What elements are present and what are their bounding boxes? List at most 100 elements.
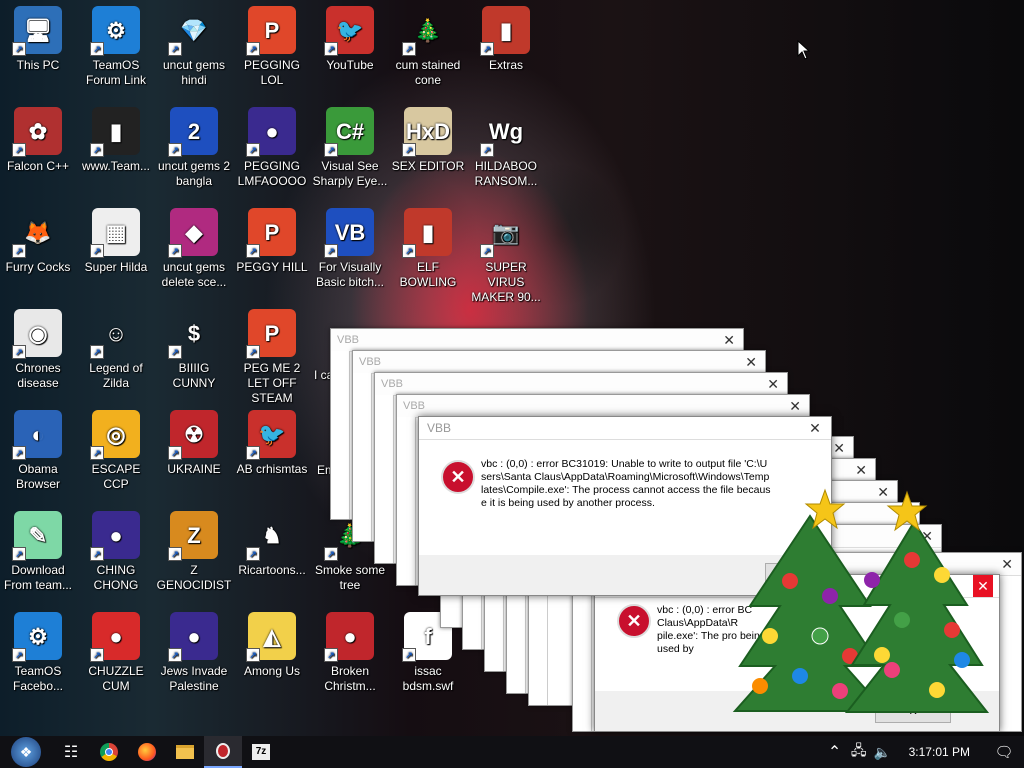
- desktop-icon-image: ✎ ↗: [12, 511, 62, 561]
- dialog-titlebar[interactable]: VBB ✕: [353, 351, 765, 374]
- desktop-icon-image: ◭ ↗: [246, 612, 296, 662]
- desktop-icon[interactable]: Wg ↗ HILDABOO RANSOM...: [468, 107, 544, 189]
- chevron-up-icon[interactable]: ⌃: [823, 736, 847, 768]
- shortcut-arrow-icon: ↗: [12, 244, 26, 258]
- desktop-icon[interactable]: ☺ ↗ Legend of Zilda: [78, 309, 154, 391]
- desktop-icon-image: VB ↗: [324, 208, 374, 258]
- dialog-edge: [331, 351, 350, 519]
- desktop-icon[interactable]: 📷 ↗ SUPER VIRUS MAKER 90...: [468, 208, 544, 305]
- dialog-title: VBB: [403, 400, 426, 412]
- desktop-icon[interactable]: ● ↗ Jews Invade Palestine: [156, 612, 232, 694]
- desktop-icon-image: 🖥 ↗: [12, 6, 62, 56]
- desktop-icon-label: PEGGING LOL: [243, 58, 300, 87]
- shortcut-arrow-icon: ↗: [90, 244, 104, 258]
- desktop-icon[interactable]: P ↗ PEG ME 2 LET OFF STEAM: [234, 309, 310, 406]
- shortcut-arrow-icon: ↗: [168, 446, 182, 460]
- desktop-icon-image: ⚙ ↗: [90, 6, 140, 56]
- desktop-icon[interactable]: 🖥 ↗ This PC: [0, 6, 76, 73]
- dialog-titlebar[interactable]: VBB ✕: [397, 395, 809, 418]
- dialog-edge: [573, 575, 592, 731]
- desktop-icon[interactable]: ◎ ↗ ESCAPE CCP: [78, 410, 154, 492]
- volume-icon[interactable]: 🔈: [871, 736, 895, 768]
- 7zip-icon[interactable]: 7z: [242, 736, 280, 768]
- network-icon[interactable]: 🖧: [847, 736, 871, 768]
- close-icon[interactable]: ✕: [745, 351, 757, 373]
- desktop-icon[interactable]: Z ↗ Z GENOCIDIST: [156, 511, 232, 593]
- desktop-icon[interactable]: 💎 ↗ uncut gems hindi: [156, 6, 232, 88]
- desktop-icon[interactable]: VB ↗ For Visually Basic bitch...: [312, 208, 388, 290]
- desktop-icon[interactable]: HxD ↗ SEX EDITOR: [390, 107, 466, 174]
- desktop-icon[interactable]: 🐦 ↗ AB crhismtas: [234, 410, 310, 477]
- desktop-icon-image: ● ↗: [168, 612, 218, 662]
- shortcut-arrow-icon: ↗: [246, 244, 260, 258]
- close-icon[interactable]: ✕: [805, 417, 825, 439]
- desktop-icon-image: P ↗: [246, 6, 296, 56]
- desktop-icon[interactable]: ♞ ↗ Ricartoons...: [234, 511, 310, 578]
- desktop-icon[interactable]: 🐦 ↗ YouTube: [312, 6, 388, 73]
- desktop-icon[interactable]: ◉ ↗ Chrones disease: [0, 309, 76, 391]
- desktop-icon-label: PEGGING LMFAOOOO: [237, 159, 307, 188]
- desktop-icon[interactable]: ✎ ↗ Download From team...: [0, 511, 76, 593]
- desktop-icon[interactable]: ☢ ↗ UKRAINE: [156, 410, 232, 477]
- desktop-icon-label: issac bdsm.swf: [402, 664, 454, 693]
- desktop-icon[interactable]: ▮ ↗ www.Team...: [78, 107, 154, 174]
- desktop-icon-label: uncut gems hindi: [162, 58, 226, 87]
- desktop-icon[interactable]: ◭ ↗ Among Us: [234, 612, 310, 679]
- desktop-icon[interactable]: ▮ ↗ Extras: [468, 6, 544, 73]
- desktop-icon[interactable]: ▦ ↗ Super Hilda: [78, 208, 154, 275]
- shortcut-arrow-icon: ↗: [324, 648, 338, 662]
- desktop-icon[interactable]: 🦊 ↗ Furry Cocks: [0, 208, 76, 275]
- close-icon[interactable]: ✕: [767, 373, 779, 395]
- close-icon[interactable]: ✕: [723, 329, 735, 351]
- dialog-titlebar[interactable]: VBB ✕: [375, 373, 787, 396]
- desktop-icon[interactable]: P ↗ PEGGY HILL: [234, 208, 310, 275]
- desktop-icon[interactable]: ✿ ↗ Falcon C++: [0, 107, 76, 174]
- shortcut-arrow-icon: ↗: [324, 547, 338, 561]
- desktop-icon-image: ◐ ↗: [12, 410, 62, 460]
- desktop-icon[interactable]: ◆ ↗ uncut gems delete sce...: [156, 208, 232, 290]
- dialog-titlebar[interactable]: VBB ✕: [331, 329, 743, 352]
- desktop-icon[interactable]: ● ↗ CHUZZLE CUM: [78, 612, 154, 694]
- desktop-icon[interactable]: ● ↗ PEGGING LMFAOOOO: [234, 107, 310, 189]
- shortcut-arrow-icon: ↗: [168, 547, 182, 561]
- desktop-icon-label: PEGGY HILL: [236, 260, 308, 274]
- start-button[interactable]: ❖: [0, 736, 52, 768]
- shortcut-arrow-icon: ↗: [324, 143, 338, 157]
- mouse-cursor-icon: [797, 40, 811, 60]
- desktop-icon[interactable]: ⚙ ↗ TeamOS Facebo...: [0, 612, 76, 694]
- desktop-icon-image: ● ↗: [90, 612, 140, 662]
- desktop-icon[interactable]: $ ↗ BIIIIG CUNNY: [156, 309, 232, 391]
- dialog-titlebar[interactable]: VBB ✕: [419, 417, 831, 440]
- shortcut-arrow-icon: ↗: [402, 42, 416, 56]
- desktop-icon-label: For Visually Basic bitch...: [315, 260, 385, 289]
- firefox-icon[interactable]: [128, 736, 166, 768]
- close-icon[interactable]: ✕: [833, 437, 845, 459]
- desktop-icon[interactable]: 2 ↗ uncut gems 2 bangla: [156, 107, 232, 189]
- desktop-icon[interactable]: ⚙ ↗ TeamOS Forum Link: [78, 6, 154, 88]
- desktop-icon[interactable]: C# ↗ Visual See Sharply Eye...: [312, 107, 388, 189]
- notifications-icon[interactable]: 🗨: [984, 736, 1024, 768]
- explorer-icon[interactable]: [166, 736, 204, 768]
- shortcut-arrow-icon: ↗: [324, 42, 338, 56]
- close-icon[interactable]: ✕: [1001, 553, 1013, 575]
- desktop-icon-label: This PC: [16, 58, 60, 72]
- app-icon[interactable]: [204, 736, 242, 768]
- task-view-icon[interactable]: ☷: [52, 736, 90, 768]
- desktop-icon-image: 🐦 ↗: [324, 6, 374, 56]
- chrome-icon[interactable]: [90, 736, 128, 768]
- desktop-icon[interactable]: ▮ ↗ ELF BOWLING: [390, 208, 466, 290]
- close-icon[interactable]: ✕: [855, 459, 867, 481]
- clock[interactable]: 3:17:01 PM: [895, 745, 984, 759]
- error-icon: ✕: [441, 460, 475, 494]
- desktop-icon-image: ♞ ↗: [246, 511, 296, 561]
- shortcut-arrow-icon: ↗: [246, 42, 260, 56]
- desktop-icon[interactable]: ● ↗ CHING CHONG: [78, 511, 154, 593]
- desktop-icon[interactable]: P ↗ PEGGING LOL: [234, 6, 310, 88]
- shortcut-arrow-icon: ↗: [402, 143, 416, 157]
- shortcut-arrow-icon: ↗: [168, 244, 182, 258]
- desktop-icon[interactable]: ◐ ↗ Obama Browser: [0, 410, 76, 492]
- desktop-icon-label: SUPER VIRUS MAKER 90...: [471, 260, 541, 304]
- desktop-icon[interactable]: 🎄 ↗ cum stained cone: [390, 6, 466, 88]
- close-icon[interactable]: ✕: [789, 395, 801, 417]
- desktop-icon[interactable]: ● ↗ Broken Christm...: [312, 612, 388, 694]
